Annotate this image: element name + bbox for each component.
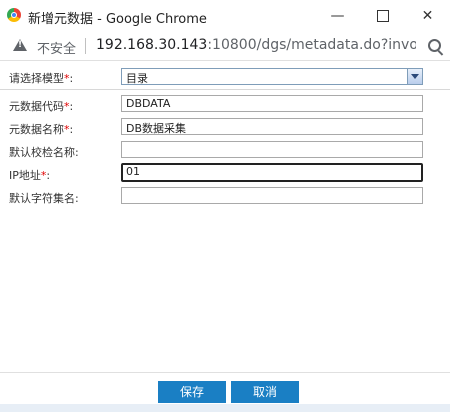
minimize-icon: — <box>330 8 345 24</box>
minimize-button[interactable]: — <box>315 0 360 32</box>
url-text[interactable]: 192.168.30.143:10800/dgs/metadata.do?inv… <box>96 37 416 53</box>
close-icon: ✕ <box>421 8 434 24</box>
title-bar: 新增元数据 - Google Chrome — ✕ <box>0 0 450 32</box>
footer-divider <box>0 372 450 373</box>
window-title: 新增元数据 - Google Chrome <box>28 12 207 27</box>
metadata-name-input[interactable]: DB数据采集 <box>121 118 423 135</box>
metadata-code-label: 元数据代码*: <box>9 100 74 113</box>
model-row: 请选择模型*: 目录 <box>0 65 450 90</box>
maximize-button[interactable] <box>360 0 405 32</box>
maximize-icon <box>376 10 389 22</box>
default-charset-input[interactable] <box>121 187 423 204</box>
address-bar[interactable]: 不安全 192.168.30.143:10800/dgs/metadata.do… <box>0 32 450 61</box>
ip-address-label: IP地址*: <box>9 169 51 182</box>
warning-icon[interactable] <box>13 39 27 51</box>
form-content: 请选择模型*: 目录 元数据代码*: DBDATA 元数据名称*: DB数据采集… <box>0 61 450 412</box>
url-host: 192.168.30.143 <box>96 37 208 53</box>
chrome-icon <box>7 8 21 22</box>
default-charset-label: 默认字符集名: <box>9 192 79 205</box>
footer-strip <box>0 404 450 412</box>
default-check-name-label: 默认校检名称: <box>9 146 79 159</box>
model-label: 请选择模型*: <box>9 72 74 85</box>
metadata-name-label: 元数据名称*: <box>9 123 74 136</box>
url-path: :10800/dgs/metadata.do?invo... <box>207 37 416 53</box>
save-button[interactable]: 保存 <box>158 381 226 403</box>
zoom-icon[interactable] <box>428 39 441 52</box>
security-status[interactable]: 不安全 <box>37 38 76 57</box>
cancel-button[interactable]: 取消 <box>231 381 299 403</box>
address-divider <box>85 38 86 54</box>
close-button[interactable]: ✕ <box>405 0 450 32</box>
model-select[interactable]: 目录 <box>121 68 423 85</box>
metadata-code-input[interactable]: DBDATA <box>121 95 423 112</box>
chevron-down-icon[interactable] <box>407 69 422 84</box>
model-select-value: 目录 <box>126 72 148 85</box>
browser-popup-window: 新增元数据 - Google Chrome — ✕ 不安全 192.168.30… <box>0 0 450 412</box>
ip-address-input[interactable]: 01 <box>121 163 423 182</box>
default-check-name-input[interactable] <box>121 141 423 158</box>
